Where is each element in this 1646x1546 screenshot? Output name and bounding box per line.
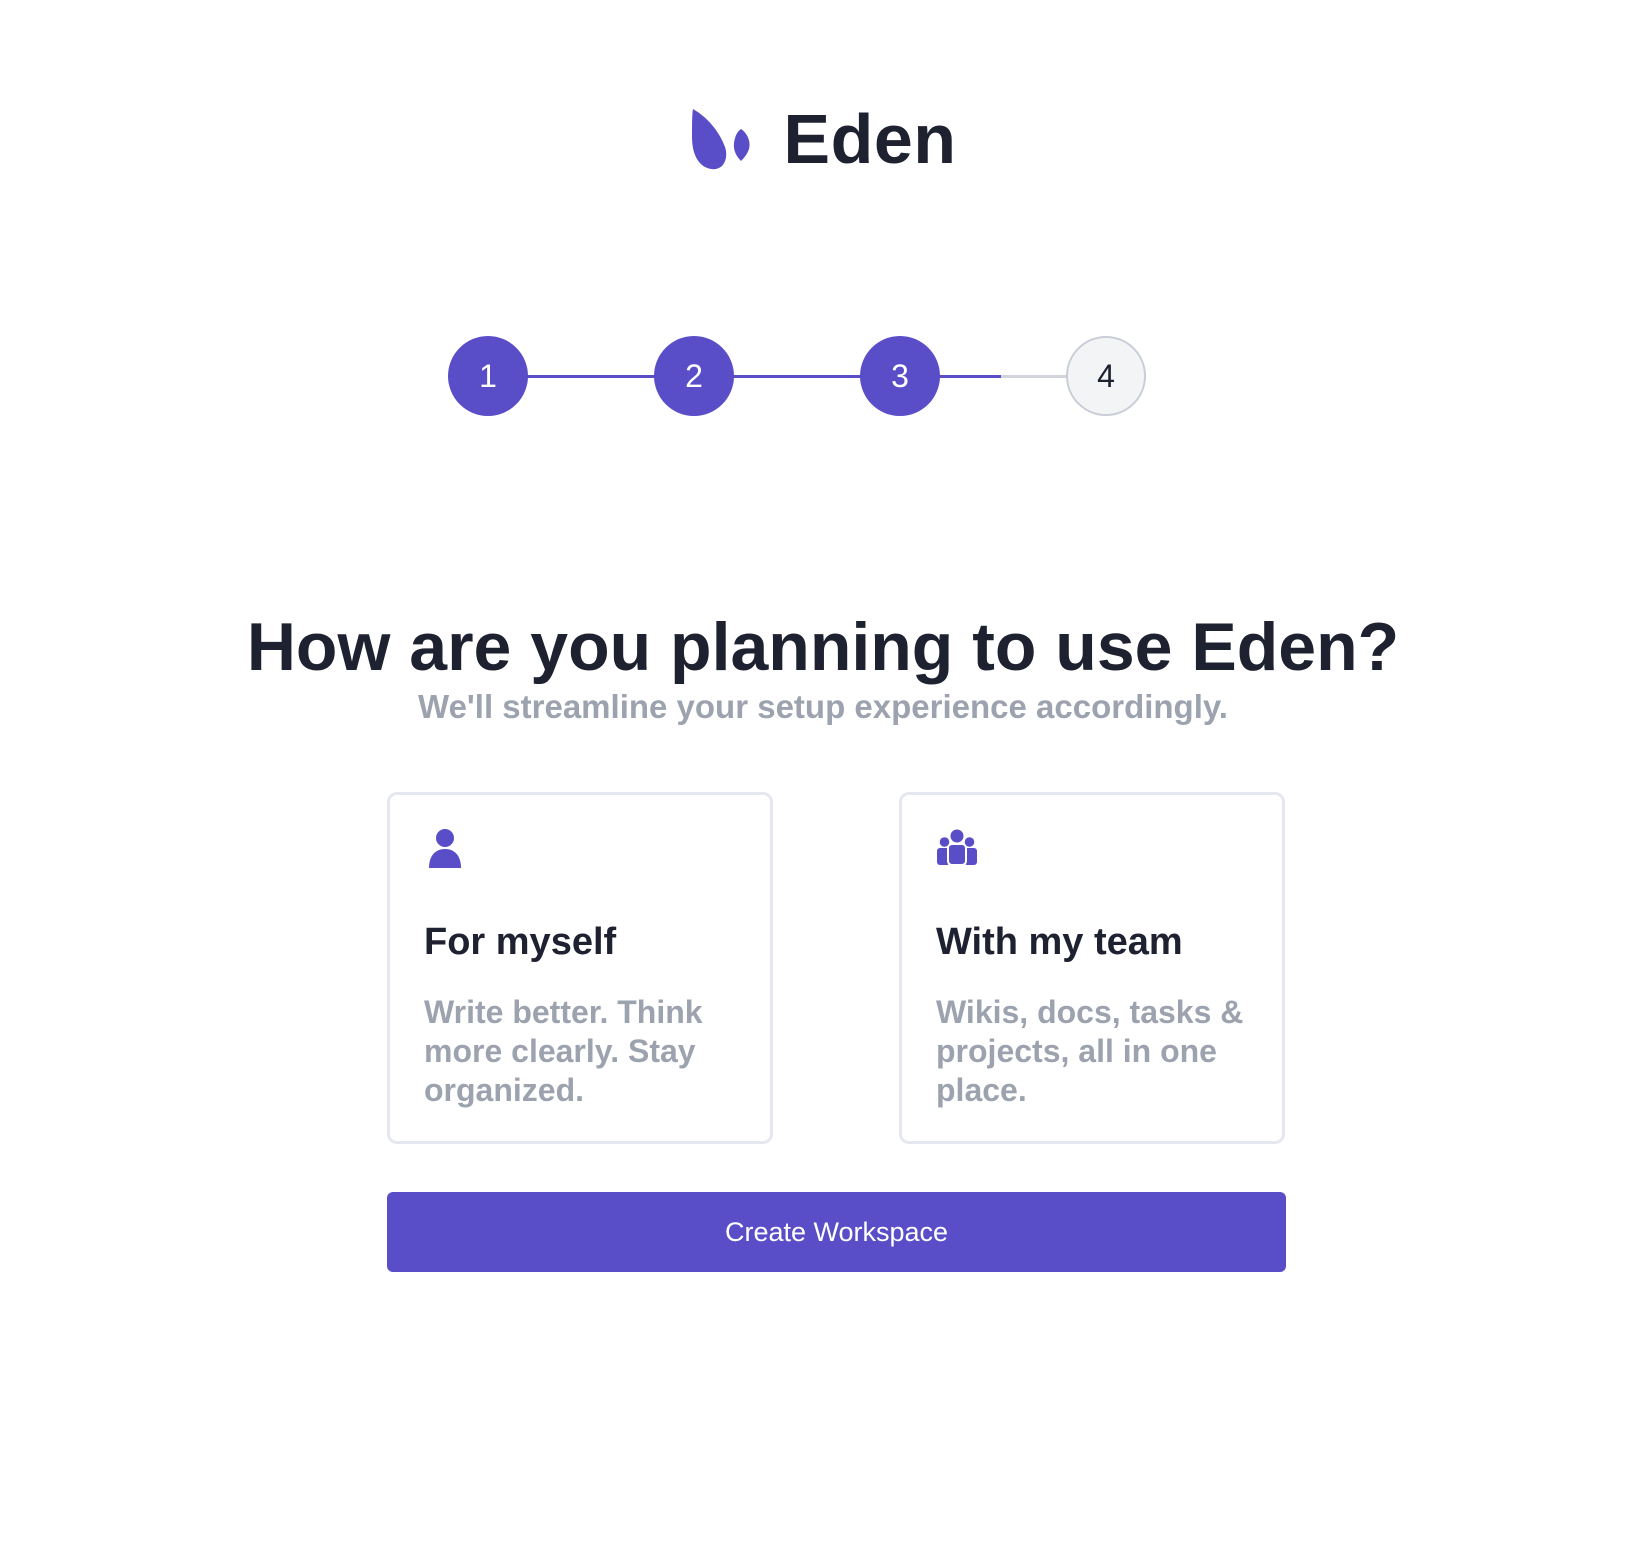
step-connector (1001, 375, 1067, 378)
step-connector (523, 375, 655, 378)
option-title: With my team (936, 921, 1183, 963)
eden-logo-icon (692, 109, 750, 170)
step-4: 4 (1066, 336, 1146, 416)
option-title: For myself (424, 921, 617, 963)
step-1: 1 (448, 336, 528, 416)
option-card-team[interactable]: With my team Wikis, docs, tasks & projec… (899, 792, 1285, 1144)
step-3: 3 (860, 336, 940, 416)
page-title: How are you planning to use Eden? (246, 609, 1400, 685)
progress-stepper: 1 2 3 4 (0, 336, 1646, 416)
option-card-myself[interactable]: For myself Write better. Think more clea… (387, 792, 773, 1144)
users-icon (937, 829, 977, 866)
step-2: 2 (654, 336, 734, 416)
option-description: Write better. Think more clearly. Stay o… (424, 994, 703, 1108)
user-icon (429, 829, 461, 868)
option-description: Wikis, docs, tasks & projects, all in on… (936, 994, 1244, 1108)
brand-name: Eden (783, 100, 957, 178)
page-subtitle: We'll streamline your setup experience a… (418, 688, 1228, 725)
brand-header: Eden (0, 104, 1646, 174)
step-connector (935, 375, 1001, 378)
step-connector (729, 375, 861, 378)
create-workspace-button[interactable]: Create Workspace (387, 1192, 1286, 1272)
